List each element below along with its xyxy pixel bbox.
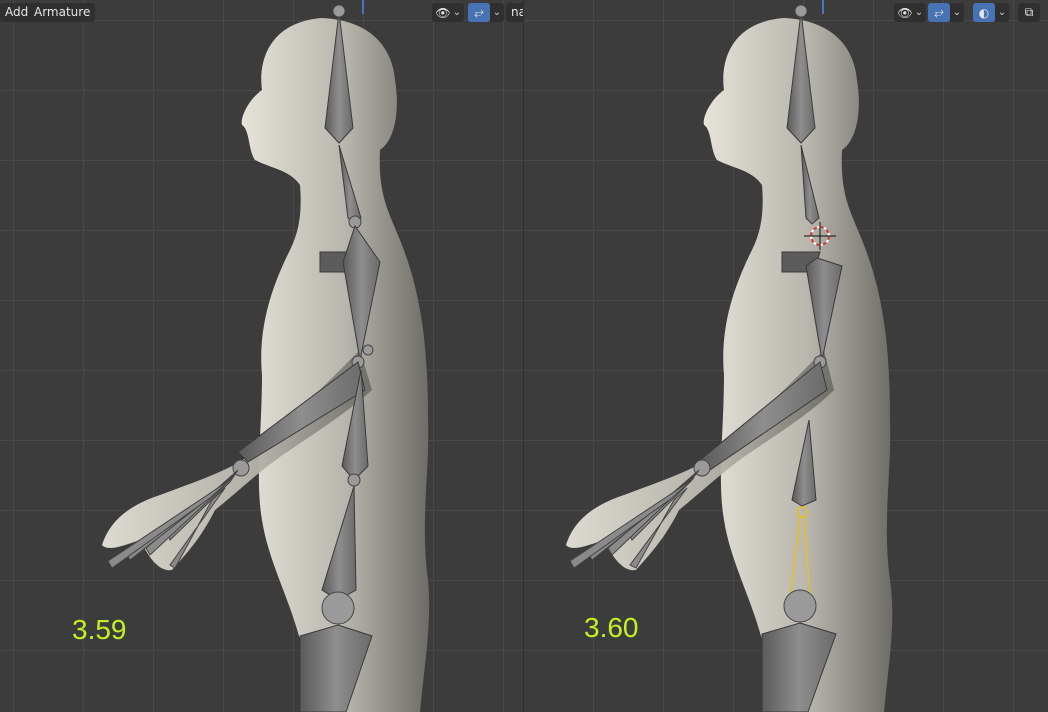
gizmo-dropdown[interactable]: ⌄ xyxy=(490,3,504,22)
overlay-dropdown[interactable]: ⌄ xyxy=(995,3,1009,22)
view-marker xyxy=(822,0,824,14)
visibility-dropdown[interactable]: ⌄ xyxy=(912,3,926,22)
chevron-down-icon: ⌄ xyxy=(452,7,462,18)
object-menu[interactable]: nature xyxy=(506,3,524,22)
gizmo-toggle[interactable]: ⥂ xyxy=(468,3,490,22)
viewport-left[interactable]: Add Armature 👁 ⌄ ⥂ ⌄ nature 3.59 xyxy=(0,0,524,712)
xray-toggle[interactable]: ⧉ xyxy=(1018,3,1040,22)
armature-gizmo-icon: ⥂ xyxy=(934,5,944,19)
chevron-down-icon: ⌄ xyxy=(492,7,502,18)
view-marker xyxy=(362,0,364,14)
overlay-icon: ◐ xyxy=(978,5,990,20)
xray-icon: ⧉ xyxy=(1024,5,1034,19)
gizmo-toggle[interactable]: ⥂ xyxy=(928,3,950,22)
version-label-left: 3.59 xyxy=(72,614,127,645)
eye-icon: 👁 xyxy=(897,5,913,20)
viewport-left-scene xyxy=(102,4,430,712)
version-label-right: 3.60 xyxy=(584,612,639,643)
gizmo-dropdown[interactable]: ⌄ xyxy=(950,3,964,22)
eye-icon: 👁 xyxy=(435,5,451,20)
chevron-down-icon: ⌄ xyxy=(914,7,924,18)
chevron-down-icon: ⌄ xyxy=(997,7,1007,18)
overlay-toggle[interactable]: ◐ xyxy=(973,3,995,22)
armature-gizmo-icon: ⥂ xyxy=(474,5,484,19)
viewport-right[interactable]: 👁 ⌄ ⥂ ⌄ ◐ ⌄ ⧉ 3.60 xyxy=(524,0,1048,712)
viewport-right-scene xyxy=(566,4,893,712)
visibility-dropdown[interactable]: ⌄ xyxy=(450,3,464,22)
chevron-down-icon: ⌄ xyxy=(952,7,962,18)
armature-menu[interactable]: Armature xyxy=(29,3,96,22)
